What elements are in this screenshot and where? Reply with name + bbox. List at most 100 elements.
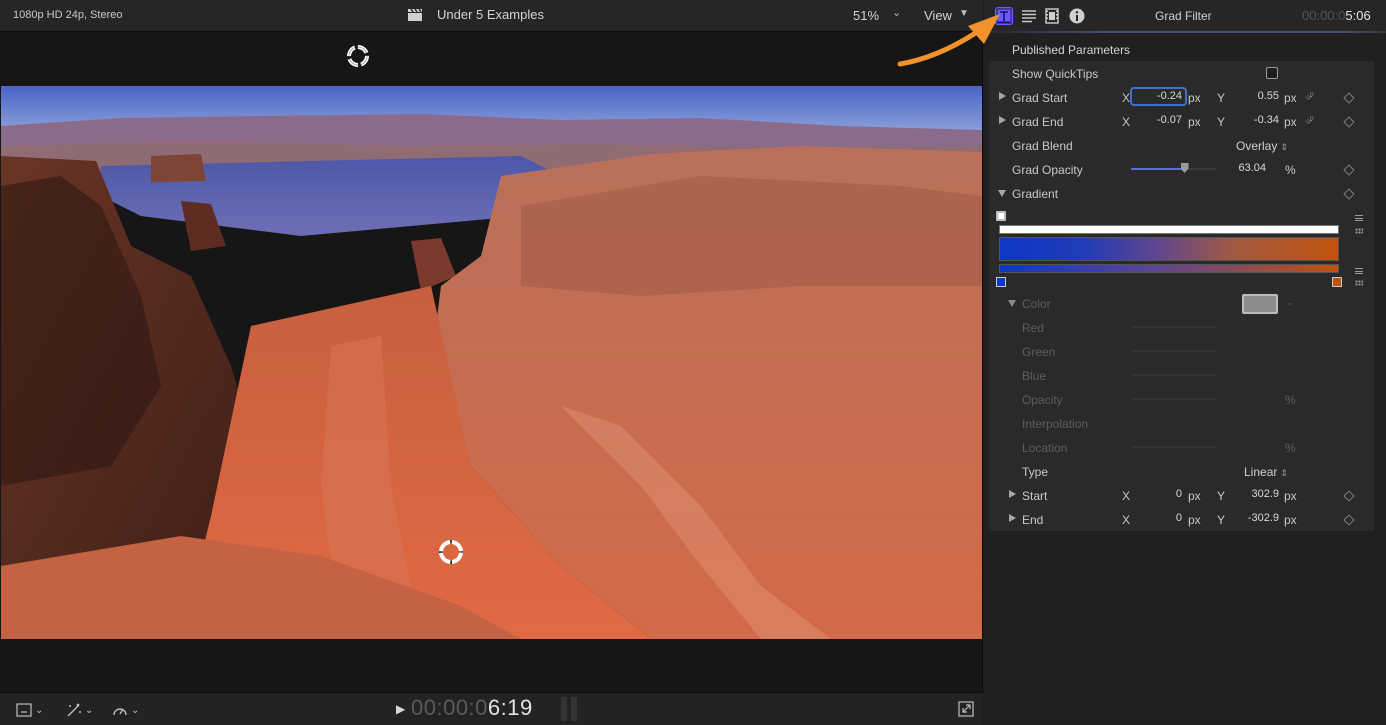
chevron-down-icon: ⌄ (131, 704, 140, 716)
opacity-unit: % (1285, 393, 1296, 407)
zoom-level[interactable]: 51% (853, 8, 879, 23)
dots-icon[interactable] (1355, 280, 1363, 286)
fullscreen-icon[interactable] (958, 701, 974, 717)
disclosure-triangle-icon[interactable] (1009, 514, 1016, 522)
inspector-time-leading: 00:00:0 (1302, 8, 1346, 23)
type-value: Linear (1244, 465, 1278, 479)
grad-start-row: Grad Start X -0.24 px Y 0.55 px ⮰ (989, 85, 1374, 109)
end-y-field[interactable]: -302.9 (1235, 512, 1279, 524)
grad-opacity-field[interactable]: 63.04 (1222, 162, 1266, 174)
viewer-toolbar: 1080p HD 24p, Stereo Under 5 Examples 51… (0, 0, 983, 32)
grad-end-x-label: X (1122, 115, 1131, 129)
location-row: Location % (989, 435, 1374, 459)
grad-opacity-slider[interactable] (1131, 168, 1216, 170)
keyframe-icon[interactable] (1343, 92, 1355, 104)
inspector-accent-line (984, 31, 1386, 33)
opacity-label: Opacity (1022, 393, 1063, 407)
grip-icon[interactable] (1355, 268, 1363, 274)
start-y-unit: px (1284, 489, 1297, 503)
clapper-icon (408, 8, 422, 21)
chevron-down-icon[interactable]: ⌄ (1286, 297, 1294, 308)
disclosure-triangle-open-icon[interactable] (1008, 300, 1016, 307)
start-y-label: Y (1217, 489, 1226, 503)
speed-menu-button[interactable]: ⌄ (112, 701, 139, 719)
zoom-chevron-icon[interactable]: ⌄ (892, 6, 901, 19)
color-row: Color ⌄ (989, 291, 1374, 315)
inspector-title: Grad Filter (1155, 9, 1212, 23)
type-popup[interactable]: Linear ⇕ (1244, 465, 1288, 479)
reset-icon[interactable]: ⮰ (1305, 91, 1314, 104)
disclosure-triangle-icon[interactable] (999, 116, 1006, 124)
red-slider[interactable] (1131, 326, 1216, 328)
inspector-toolbar: Grad Filter 00:00:05:06 (984, 0, 1386, 33)
grad-end-x-field[interactable]: -0.07 (1138, 114, 1182, 126)
keyframe-icon[interactable] (1343, 188, 1355, 200)
keyframe-icon[interactable] (1343, 116, 1355, 128)
green-slider[interactable] (1131, 350, 1216, 352)
enhance-menu-button[interactable]: ⌄ (66, 701, 93, 719)
location-label: Location (1022, 441, 1068, 455)
audio-meter-icon (561, 697, 577, 721)
color-stop-start-handle[interactable] (996, 277, 1006, 287)
grad-end-y-unit: px (1284, 115, 1297, 129)
end-x-field[interactable]: 0 (1138, 512, 1182, 524)
end-y-unit: px (1284, 513, 1297, 527)
green-row: Green (989, 339, 1374, 363)
grad-start-y-field[interactable]: 0.55 (1235, 90, 1279, 102)
video-inspector-icon[interactable] (1043, 7, 1061, 25)
keyframe-icon[interactable] (1343, 164, 1355, 176)
opacity-gradient-bar[interactable] (999, 225, 1339, 234)
published-parameters-header: Published Parameters (1012, 43, 1131, 57)
start-y-field[interactable]: 302.9 (1235, 488, 1279, 500)
end-x-unit: px (1188, 513, 1201, 527)
view-menu-button[interactable]: View (924, 8, 952, 23)
reset-icon[interactable]: ⮰ (1305, 115, 1314, 128)
project-title: Under 5 Examples (437, 7, 544, 22)
enhance-icon (67, 703, 81, 717)
color-stop-end-handle[interactable] (1332, 277, 1342, 287)
blue-slider[interactable] (1131, 374, 1216, 376)
grad-blend-label: Grad Blend (1012, 139, 1073, 153)
text-inspector-icon[interactable] (1020, 7, 1038, 25)
color-swatch[interactable] (1242, 294, 1278, 314)
grad-end-y-field[interactable]: -0.34 (1235, 114, 1279, 126)
keyframe-icon[interactable] (1343, 514, 1355, 526)
color-gradient-bar[interactable] (999, 264, 1339, 273)
grip-icon[interactable] (1355, 215, 1363, 221)
speed-icon (113, 708, 127, 716)
onscreen-control-icon[interactable] (438, 539, 464, 565)
format-label: 1080p HD 24p, Stereo (13, 9, 123, 21)
disclosure-triangle-icon[interactable] (1009, 490, 1016, 498)
end-row: End X 0 px Y -302.9 px (989, 507, 1374, 531)
title-inspector-icon[interactable] (995, 7, 1013, 25)
opacity-slider[interactable] (1131, 398, 1216, 400)
grad-opacity-slider-fill (1131, 168, 1185, 170)
grad-end-y-label: Y (1217, 115, 1226, 129)
dots-icon[interactable] (1355, 228, 1363, 234)
grad-end-x-unit: px (1188, 115, 1201, 129)
grad-end-label: Grad End (1012, 115, 1064, 129)
transform-menu-button[interactable]: ⌄ (16, 701, 43, 719)
grad-opacity-slider-knob[interactable] (1180, 163, 1189, 173)
view-chevron-icon[interactable]: ▼ (959, 8, 969, 19)
type-label: Type (1022, 465, 1049, 479)
onscreen-control-icon[interactable] (346, 44, 370, 68)
show-quicktips-label: Show QuickTips (1012, 67, 1099, 81)
timecode-leading: 00:00:0 (411, 695, 488, 720)
final-cut-window: 1080p HD 24p, Stereo Under 5 Examples 51… (0, 0, 1386, 725)
keyframe-icon[interactable] (1343, 490, 1355, 502)
disclosure-triangle-icon[interactable] (999, 92, 1006, 100)
inspector-timecode: 00:00:05:06 (1302, 8, 1371, 23)
location-slider[interactable] (1131, 446, 1216, 448)
end-x-label: X (1122, 513, 1131, 527)
grad-start-x-field[interactable]: -0.24 (1138, 90, 1182, 102)
grad-blend-popup[interactable]: Overlay ⇕ (1236, 139, 1288, 153)
start-label: Start (1022, 489, 1048, 503)
disclosure-triangle-open-icon[interactable] (998, 190, 1006, 197)
play-icon[interactable]: ▶ (396, 702, 405, 716)
start-x-field[interactable]: 0 (1138, 488, 1182, 500)
info-icon[interactable] (1068, 7, 1086, 25)
red-row: Red (989, 315, 1374, 339)
show-quicktips-checkbox[interactable] (1266, 67, 1278, 79)
opacity-stop-handle[interactable] (996, 211, 1006, 221)
